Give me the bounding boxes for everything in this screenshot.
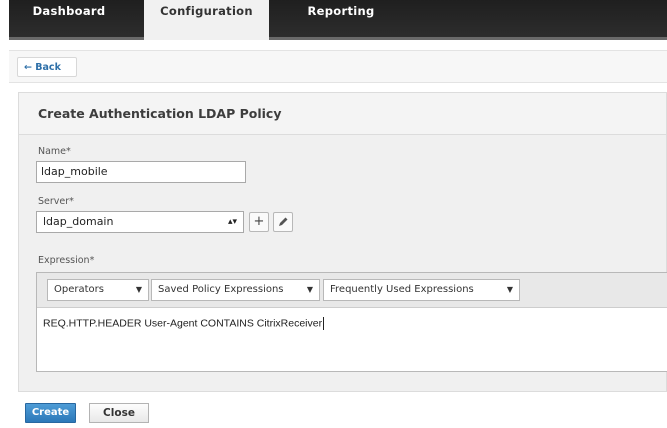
saved-policy-expressions-dropdown[interactable]: Saved Policy Expressions ▼ (151, 279, 320, 301)
page-title: Create Authentication LDAP Policy (38, 106, 282, 121)
back-bar: ← Back (9, 50, 667, 83)
chevron-down-icon: ▼ (135, 285, 142, 294)
expression-editor[interactable]: Operators ▼ Saved Policy Expressions ▼ F… (36, 272, 667, 372)
name-field[interactable]: ldap_mobile (36, 161, 246, 183)
top-nav: Dashboard Configuration Reporting (9, 0, 667, 40)
pencil-icon (279, 217, 288, 226)
saved-policy-expressions-label: Saved Policy Expressions (158, 284, 284, 295)
expression-label: Expression* (38, 255, 95, 266)
server-select[interactable]: ldap_domain ▴▾ (36, 211, 244, 233)
frequently-used-expressions-dropdown[interactable]: Frequently Used Expressions ▼ (323, 279, 520, 301)
operators-dropdown[interactable]: Operators ▼ (47, 279, 149, 301)
server-label: Server* (38, 196, 74, 207)
tab-reporting[interactable]: Reporting (281, 0, 401, 30)
expression-toolbar: Operators ▼ Saved Policy Expressions ▼ F… (37, 273, 667, 308)
arrow-left-icon: ← (24, 62, 32, 73)
text-cursor (323, 317, 325, 330)
tab-configuration[interactable]: Configuration (144, 0, 269, 40)
close-button[interactable]: Close (89, 403, 149, 423)
create-button[interactable]: Create (25, 403, 76, 423)
back-label: Back (35, 62, 61, 73)
name-label: Name* (38, 146, 71, 157)
create-policy-panel: Create Authentication LDAP Policy Name* … (18, 92, 667, 392)
expression-value: REQ.HTTP.HEADER User-Agent CONTAINS Citr… (43, 317, 323, 330)
chevron-down-icon: ▼ (306, 285, 313, 294)
add-server-button[interactable]: + (249, 212, 269, 232)
back-button[interactable]: ← Back (17, 57, 77, 77)
plus-icon: + (253, 214, 265, 229)
server-value: ldap_domain (43, 215, 114, 228)
select-arrows-icon: ▴▾ (227, 217, 237, 227)
frequently-used-expressions-label: Frequently Used Expressions (330, 284, 474, 295)
chevron-down-icon: ▼ (506, 285, 513, 294)
edit-server-button[interactable] (273, 212, 293, 232)
operators-label: Operators (54, 284, 104, 295)
form-footer: Create Close (9, 398, 667, 428)
tab-dashboard[interactable]: Dashboard (9, 0, 129, 30)
app-frame: Dashboard Configuration Reporting ← Back… (9, 0, 667, 428)
expression-text[interactable]: REQ.HTTP.HEADER User-Agent CONTAINS Citr… (43, 317, 325, 330)
panel-header: Create Authentication LDAP Policy (19, 93, 666, 135)
